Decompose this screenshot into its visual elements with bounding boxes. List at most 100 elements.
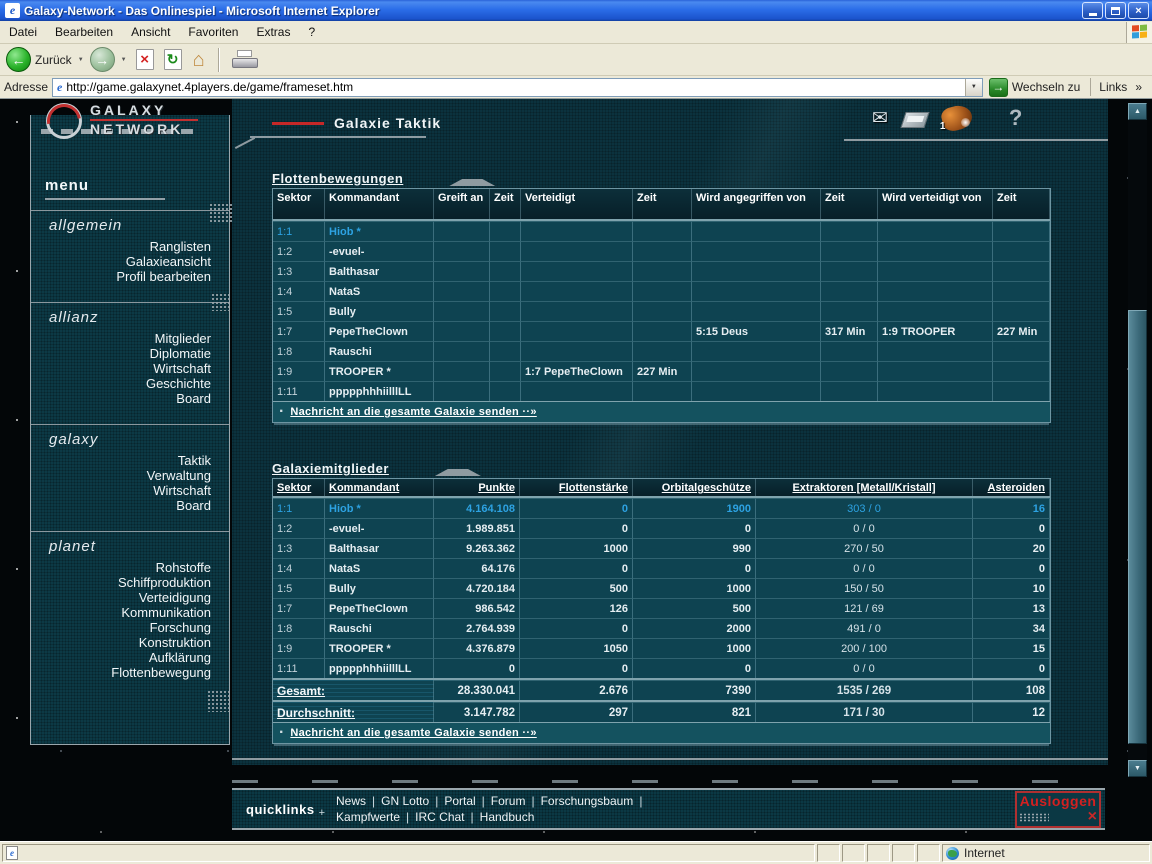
sector-link[interactable]: 1:7 — [273, 321, 325, 341]
sidebar-item-konstruktion[interactable]: Konstruktion — [139, 636, 211, 650]
sidebar-item-ranglisten[interactable]: Ranglisten — [150, 240, 211, 254]
sector-link[interactable]: 1:5 — [273, 578, 325, 598]
sidebar-item-board-allianz[interactable]: Board — [176, 392, 211, 406]
sector-link[interactable]: 1:8 — [273, 341, 325, 361]
kommandant-link[interactable]: Balthasar — [325, 261, 434, 281]
sector-link[interactable]: 1:11 — [273, 381, 325, 401]
link-forschungsbaum[interactable]: Forschungsbaum — [538, 794, 637, 808]
kommandant-link[interactable]: PepeTheClown — [325, 598, 434, 618]
refresh-button[interactable]: ↻ — [164, 49, 182, 70]
kommandant-link[interactable]: NataS — [325, 281, 434, 301]
sidebar-item-galaxieansicht[interactable]: Galaxieansicht — [126, 255, 211, 269]
sidebar-item-verteidigung[interactable]: Verteidigung — [139, 591, 211, 605]
attacker-link[interactable]: 5:15 Deus — [692, 321, 821, 341]
minimize-button[interactable] — [1082, 2, 1103, 19]
sidebar-item-verwaltung[interactable]: Verwaltung — [147, 469, 211, 483]
scroll-up-button[interactable]: ▲ — [1128, 103, 1147, 120]
sidebar-item-kommunikation[interactable]: Kommunikation — [121, 606, 211, 620]
sector-link[interactable]: 1:5 — [273, 301, 325, 321]
sector-link[interactable]: 1:9 — [273, 361, 325, 381]
link-irc-chat[interactable]: IRC Chat — [412, 810, 467, 824]
mail-icon[interactable]: ✉ — [872, 107, 888, 130]
sector-link[interactable]: 1:1 — [273, 221, 325, 241]
back-label[interactable]: Zurück — [35, 53, 72, 67]
col-header-kommandant[interactable]: Kommandant — [325, 479, 434, 496]
sector-link[interactable]: 1:1 — [273, 498, 325, 518]
stop-button[interactable]: × — [136, 49, 154, 70]
menu-hilfe[interactable]: ? — [299, 22, 324, 42]
sector-link[interactable]: 1:7 — [273, 598, 325, 618]
kommandant-link[interactable]: NataS — [325, 558, 434, 578]
menu-ansicht[interactable]: Ansicht — [122, 22, 179, 42]
maximize-button[interactable] — [1105, 2, 1126, 19]
sector-link[interactable]: 1:9 — [273, 638, 325, 658]
kommandant-link[interactable]: -evuel- — [325, 518, 434, 538]
kommandant-link[interactable]: Bully — [325, 301, 434, 321]
scrollbar-thumb[interactable] — [1128, 310, 1147, 744]
kommandant-link[interactable]: PepeTheClown — [325, 321, 434, 341]
kommandant-link[interactable]: ppppphhhiilllLL — [325, 658, 434, 678]
sidebar-item-rohstoffe[interactable]: Rohstoffe — [156, 561, 211, 575]
sector-link[interactable]: 1:11 — [273, 658, 325, 678]
sidebar-item-wirtschaft-allianz[interactable]: Wirtschaft — [153, 362, 211, 376]
sector-link[interactable]: 1:3 — [273, 538, 325, 558]
kommandant-link[interactable]: Hiob * — [325, 498, 434, 518]
link-kampfwerte[interactable]: Kampfwerte — [333, 810, 403, 824]
menu-datei[interactable]: Datei — [0, 22, 46, 42]
kommandant-link[interactable]: -evuel- — [325, 241, 434, 261]
back-dropdown-icon[interactable]: ▼ — [76, 57, 86, 63]
link-gn-lotto[interactable]: GN Lotto — [378, 794, 432, 808]
print-button[interactable] — [232, 50, 258, 70]
home-button[interactable]: ⌂ — [193, 50, 205, 70]
close-button[interactable]: × — [1128, 2, 1149, 19]
col-header-asteroiden[interactable]: Asteroiden — [973, 479, 1050, 496]
forward-button[interactable]: → — [90, 47, 115, 72]
sidebar-item-profil-bearbeiten[interactable]: Profil bearbeiten — [116, 270, 211, 284]
message-galaxy-link[interactable]: Nachricht an die gesamte Galaxie senden … — [290, 727, 536, 739]
sector-link[interactable]: 1:3 — [273, 261, 325, 281]
sector-link[interactable]: 1:8 — [273, 618, 325, 638]
outbox-icon[interactable] — [900, 112, 929, 128]
col-header-extraktoren[interactable]: Extraktoren [Metall/Kristall] — [756, 479, 973, 496]
col-header-punkte[interactable]: Punkte — [434, 479, 520, 496]
link-forum[interactable]: Forum — [488, 794, 529, 808]
sector-link[interactable]: 1:2 — [273, 518, 325, 538]
kommandant-link[interactable]: Bully — [325, 578, 434, 598]
message-galaxy-link[interactable]: Nachricht an die gesamte Galaxie senden … — [290, 406, 536, 418]
back-button[interactable]: ← — [6, 47, 31, 72]
sector-link[interactable]: 1:4 — [273, 281, 325, 301]
link-handbuch[interactable]: Handbuch — [477, 810, 538, 824]
sidebar-item-wirtschaft-galaxy[interactable]: Wirtschaft — [153, 484, 211, 498]
sector-link[interactable]: 1:4 — [273, 558, 325, 578]
kommandant-link[interactable]: TROOPER * — [325, 361, 434, 381]
sidebar-item-forschung[interactable]: Forschung — [150, 621, 211, 635]
links-toolbar[interactable]: Links » — [1090, 78, 1148, 96]
sidebar-item-board-galaxy[interactable]: Board — [176, 499, 211, 513]
address-input[interactable] — [66, 79, 964, 96]
menu-bearbeiten[interactable]: Bearbeiten — [46, 22, 122, 42]
menu-extras[interactable]: Extras — [247, 22, 299, 42]
go-button[interactable]: → Wechseln zu — [987, 77, 1086, 98]
vertical-scrollbar[interactable]: ▲ ▼ — [1128, 103, 1147, 777]
logout-button[interactable]: Ausloggen × — [1015, 791, 1101, 828]
kommandant-link[interactable]: Balthasar — [325, 538, 434, 558]
kommandant-link[interactable]: ppppphhhiilllLL — [325, 381, 434, 401]
sector-link[interactable]: 1:2 — [273, 241, 325, 261]
kommandant-link[interactable]: Rauschi — [325, 618, 434, 638]
sidebar-item-taktik[interactable]: Taktik — [178, 454, 211, 468]
kommandant-link[interactable]: TROOPER * — [325, 638, 434, 658]
address-dropdown-button[interactable]: ▼ — [965, 79, 982, 96]
sidebar-item-mitglieder[interactable]: Mitglieder — [155, 332, 211, 346]
link-portal[interactable]: Portal — [441, 794, 478, 808]
col-header-flottenstaerke[interactable]: Flottenstärke — [520, 479, 633, 496]
scroll-down-button[interactable]: ▼ — [1128, 760, 1147, 777]
help-icon[interactable]: ? — [1009, 105, 1022, 131]
link-news[interactable]: News — [333, 794, 369, 808]
forward-dropdown-icon[interactable]: ▼ — [119, 57, 129, 63]
probe-ship-icon[interactable]: 1 — [942, 106, 972, 130]
kommandant-link[interactable]: Rauschi — [325, 341, 434, 361]
kommandant-link[interactable]: Hiob * — [325, 221, 434, 241]
col-header-orbitalgeschuetze[interactable]: Orbitalgeschütze — [633, 479, 756, 496]
sidebar-item-flottenbewegung[interactable]: Flottenbewegung — [111, 666, 211, 680]
sidebar-item-schiffproduktion[interactable]: Schiffproduktion — [118, 576, 211, 590]
